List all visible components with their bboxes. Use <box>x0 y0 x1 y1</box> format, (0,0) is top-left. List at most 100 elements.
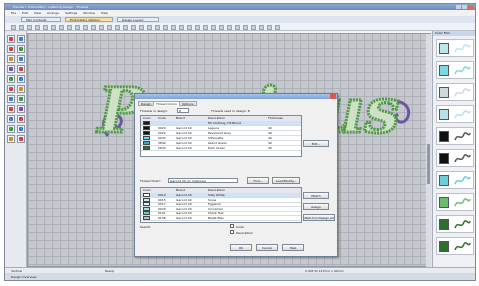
color-film-item[interactable] <box>436 171 474 189</box>
toolbar-button[interactable] <box>251 25 256 30</box>
tool-button[interactable] <box>7 65 15 73</box>
toolbar-button[interactable] <box>115 25 120 30</box>
tab-mini-contents[interactable]: Mini Contents <box>21 17 61 22</box>
tool-button[interactable] <box>7 85 15 93</box>
toolbar-button[interactable] <box>19 25 24 30</box>
toolbar-button[interactable] <box>227 25 232 30</box>
ok-button[interactable]: OK <box>230 244 252 251</box>
toolbar-button[interactable] <box>59 25 64 30</box>
maximize-button[interactable] <box>462 5 467 9</box>
toolbar-button[interactable] <box>131 25 136 30</box>
toolbar-button[interactable] <box>163 25 168 30</box>
toolbar-button[interactable] <box>155 25 160 30</box>
color-film-item[interactable] <box>436 83 474 101</box>
thread-chart-table[interactable]: Color Brand Description 0010 Isacord 40 Si… <box>140 187 302 223</box>
tool-button[interactable] <box>17 45 25 53</box>
tool-button[interactable] <box>17 35 25 43</box>
tool-button[interactable] <box>17 85 25 93</box>
tool-button[interactable] <box>17 125 25 133</box>
menu-settings[interactable]: Settings <box>65 11 77 15</box>
match-to-design-button[interactable]: Match to Design All <box>303 214 335 221</box>
tab-design[interactable]: Design <box>138 101 155 106</box>
toolbar-button[interactable] <box>179 25 184 30</box>
help-button[interactable]: Help <box>282 244 304 251</box>
color-film-item[interactable] <box>436 105 474 123</box>
toolbar-button[interactable] <box>235 25 240 30</box>
color-film-item[interactable] <box>436 127 474 145</box>
menu-help[interactable]: Help <box>101 11 108 15</box>
toolbar-button[interactable] <box>75 25 80 30</box>
tool-button[interactable] <box>7 105 15 113</box>
menu-window[interactable]: Window <box>83 11 95 15</box>
toolbar-button[interactable] <box>267 25 272 30</box>
find-button[interactable]: Find... <box>247 177 269 184</box>
color-film-item[interactable] <box>436 61 474 79</box>
toolbar-button[interactable] <box>259 25 264 30</box>
tool-button[interactable] <box>17 55 25 63</box>
tool-button[interactable] <box>7 55 15 63</box>
color-film-item[interactable] <box>436 149 474 167</box>
toolbar-button[interactable] <box>171 25 176 30</box>
tool-button[interactable] <box>17 65 25 73</box>
load-modify-button[interactable]: Load/Modify... <box>272 177 300 184</box>
color-film-item[interactable] <box>436 193 474 211</box>
tool-button[interactable] <box>7 75 15 83</box>
menu-arrange[interactable]: Arrange <box>47 11 59 15</box>
toolbar-button[interactable] <box>51 25 56 30</box>
toolbar-button[interactable] <box>211 25 216 30</box>
thread-chart-select[interactable]: Isacord 40 (or mixtures) <box>168 178 238 183</box>
tab-options[interactable]: Options <box>179 101 197 106</box>
toolbar-button[interactable] <box>27 25 32 30</box>
toolbar-button[interactable] <box>11 25 16 30</box>
tool-button[interactable] <box>7 135 15 143</box>
toolbar-button[interactable] <box>203 25 208 30</box>
menu-file[interactable]: File <box>11 11 16 15</box>
tab-design-layout[interactable]: Design Layout <box>117 17 159 22</box>
tool-button[interactable] <box>17 105 25 113</box>
description-checkbox[interactable] <box>230 230 234 234</box>
toolbar-button[interactable] <box>243 25 248 30</box>
toolbar-button[interactable] <box>91 25 96 30</box>
tool-button[interactable] <box>7 45 15 53</box>
toolbar-button[interactable] <box>99 25 104 30</box>
design-thread-table[interactable]: Color Code Brand Description Thickness F… <box>140 115 302 157</box>
code-checkbox[interactable] <box>230 224 234 228</box>
toolbar-button[interactable] <box>107 25 112 30</box>
toolbar-button[interactable] <box>147 25 152 30</box>
toolbar-button[interactable] <box>275 25 280 30</box>
toolbar-button[interactable] <box>43 25 48 30</box>
table-row[interactable]: 5633 Isacord 40 Dark Green 40 <box>141 146 301 151</box>
toolbar-button[interactable] <box>83 25 88 30</box>
color-film-item[interactable] <box>436 215 474 233</box>
dialog-close-icon[interactable] <box>330 94 336 99</box>
scroll-thumb[interactable] <box>427 144 430 184</box>
assign-button[interactable]: Assign <box>303 203 329 210</box>
toolbar-button[interactable] <box>123 25 128 30</box>
vertical-scrollbar[interactable] <box>426 34 431 267</box>
match-button[interactable]: Match <box>303 192 329 199</box>
menu-view[interactable]: View <box>34 11 41 15</box>
tool-button[interactable] <box>17 115 25 123</box>
close-button[interactable] <box>468 5 473 9</box>
toolbar-button[interactable] <box>195 25 200 30</box>
tool-button[interactable] <box>17 135 25 143</box>
tool-button[interactable] <box>7 35 15 43</box>
tool-button[interactable] <box>17 95 25 103</box>
tool-button[interactable] <box>7 125 15 133</box>
tool-button[interactable] <box>7 95 15 103</box>
list-item[interactable]: 0108 Isacord 40 Ballet Bleu <box>141 216 301 221</box>
color-film-item[interactable] <box>436 237 474 255</box>
toolbar-button[interactable] <box>187 25 192 30</box>
edit-button[interactable]: Edit... <box>303 140 329 147</box>
toolbar-button[interactable] <box>35 25 40 30</box>
minimize-button[interactable] <box>456 5 461 9</box>
color-film-item[interactable] <box>436 39 474 57</box>
tab-embroidery-options[interactable]: Embroidery Options <box>65 17 113 22</box>
threads-in-design-spinner[interactable]: 8 <box>177 108 189 113</box>
toolbar-button[interactable] <box>219 25 224 30</box>
tool-button[interactable] <box>17 75 25 83</box>
tab-thread-colors[interactable]: Thread Colors <box>153 101 180 106</box>
menu-edit[interactable]: Edit <box>22 11 28 15</box>
cancel-button[interactable]: Cancel <box>256 244 278 251</box>
toolbar-button[interactable] <box>139 25 144 30</box>
